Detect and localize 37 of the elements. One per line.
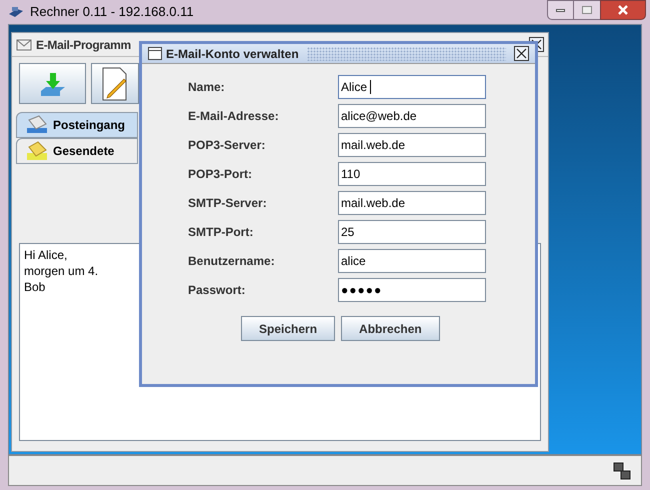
app-icon	[8, 5, 24, 19]
text-field[interactable]: alice	[338, 249, 486, 273]
password-field[interactable]: ●●●●●	[338, 278, 486, 302]
folder-tab[interactable]: Posteingang	[16, 112, 138, 138]
text-field[interactable]: Alice	[338, 75, 486, 99]
window-title: Rechner 0.11 - 192.168.0.11	[30, 3, 194, 22]
dialog-button[interactable]: Speichern	[241, 316, 336, 341]
receive-mail-button[interactable]	[19, 63, 86, 104]
field-label: POP3-Server:	[188, 137, 266, 154]
text-field[interactable]: alice@web.de	[338, 104, 486, 128]
frame-title: E-Mail-Programm	[36, 36, 131, 54]
compose-button[interactable]	[91, 63, 139, 104]
pencil-paper-icon	[102, 66, 128, 100]
envelope-icon	[16, 38, 32, 52]
field-label: Benutzername:	[188, 253, 276, 270]
envelope-tray-icon	[25, 141, 49, 161]
field-label: Passwort:	[188, 282, 246, 299]
field-label: E-Mail-Adresse:	[188, 108, 280, 125]
text-field[interactable]: 110	[338, 162, 486, 186]
window-icon	[148, 47, 162, 60]
minimize-button[interactable]	[547, 0, 574, 20]
network-icon	[613, 462, 631, 480]
close-button[interactable]	[600, 0, 646, 20]
field-label: SMTP-Server:	[188, 195, 268, 212]
field-label: SMTP-Port:	[188, 224, 254, 241]
dialog-button[interactable]: Abbrechen	[341, 316, 440, 341]
field-label: Name:	[188, 79, 226, 96]
text-field[interactable]: mail.web.de	[338, 133, 486, 157]
dialog-title: E-Mail-Konto verwalten	[166, 46, 299, 62]
envelope-tray-icon	[25, 115, 49, 135]
text-field[interactable]: 25	[338, 220, 486, 244]
field-label: POP3-Port:	[188, 166, 254, 183]
close-icon	[617, 5, 629, 15]
maximize-button[interactable]	[574, 0, 600, 20]
close-icon[interactable]	[514, 46, 529, 61]
folder-tab[interactable]: Gesendete	[16, 138, 138, 164]
text-field[interactable]: mail.web.de	[338, 191, 486, 215]
